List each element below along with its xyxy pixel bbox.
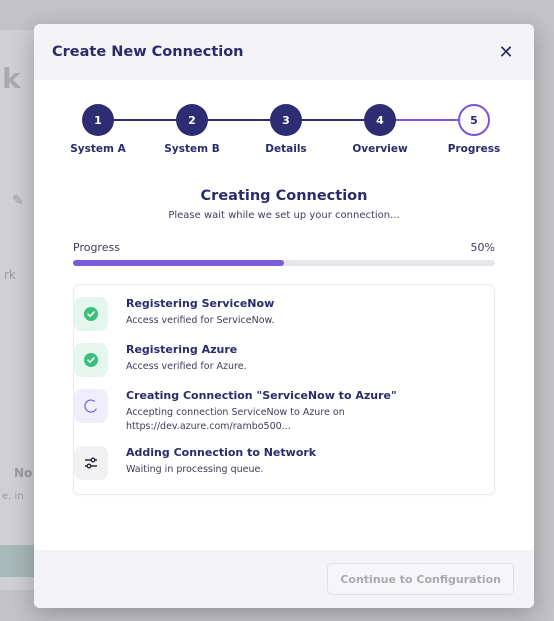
background-text: e, in: [2, 491, 24, 502]
background-text: No: [14, 466, 33, 480]
modal-header: Create New Connection ✕: [34, 24, 534, 80]
status-title: Creating Connection: [200, 188, 368, 204]
task-title: Registering ServiceNow: [126, 297, 275, 310]
task-item: Creating Connection "ServiceNow to Azure…: [74, 383, 494, 440]
task-description: Waiting in processing queue.: [126, 464, 264, 475]
step-number: 4: [364, 104, 396, 136]
progress-fill: [73, 260, 284, 266]
wrench-icon: ✎: [12, 193, 24, 209]
background-heading: k: [2, 62, 21, 95]
task-body: Creating Connection "ServiceNow to Azure…: [126, 389, 416, 434]
step-progress: 5 Progress: [429, 104, 519, 155]
task-title: Registering Azure: [126, 343, 238, 356]
background-text: rk: [4, 268, 16, 282]
task-item: Registering Azure Access verified for Az…: [74, 337, 494, 383]
task-description: Access verified for Azure.: [126, 361, 247, 372]
status-subtitle: Please wait while we set up your connect…: [168, 210, 400, 221]
task-body: Registering Azure Access verified for Az…: [126, 343, 416, 377]
close-icon[interactable]: ✕: [496, 42, 516, 63]
progress-label: Progress: [73, 241, 120, 254]
task-list: Registering ServiceNow Access verified f…: [73, 284, 495, 495]
step-label: Details: [265, 143, 307, 155]
step-label: System A: [70, 143, 126, 155]
task-title: Adding Connection to Network: [126, 446, 317, 459]
step-system-b: 2 System B: [147, 104, 237, 155]
check-circle-icon: [74, 297, 108, 331]
check-circle-icon: [74, 343, 108, 377]
progress-percent: 50%: [470, 241, 495, 254]
spinner-icon: [74, 389, 108, 423]
task-description: Access verified for ServiceNow.: [126, 315, 275, 326]
step-number: 3: [270, 104, 302, 136]
task-description: Accepting connection ServiceNow to Azure…: [126, 407, 345, 432]
stepper: 1 System A 2 System B 3 Details 4 Overvi…: [34, 104, 534, 180]
progress-bar: [73, 260, 495, 266]
task-item: Adding Connection to Network Waiting in …: [74, 440, 494, 486]
progress-section: Progress 50%: [73, 241, 495, 266]
step-label: Progress: [447, 143, 501, 155]
step-details: 3 Details: [241, 104, 331, 155]
step-overview: 4 Overview: [335, 104, 425, 155]
task-body: Adding Connection to Network Waiting in …: [126, 446, 416, 480]
step-number: 1: [82, 104, 114, 136]
task-body: Registering ServiceNow Access verified f…: [126, 297, 416, 331]
create-connection-modal: Create New Connection ✕ 1 System A 2 Sys…: [34, 24, 534, 608]
modal-title: Create New Connection: [52, 44, 244, 60]
step-number: 5: [458, 104, 490, 136]
step-label: System B: [164, 143, 220, 155]
step-label: Overview: [352, 143, 408, 155]
step-system-a: 1 System A: [53, 104, 143, 155]
sliders-icon: [74, 446, 108, 480]
task-item: Registering ServiceNow Access verified f…: [74, 291, 494, 337]
task-title: Creating Connection "ServiceNow to Azure…: [126, 389, 397, 402]
continue-to-configuration-button[interactable]: Continue to Configuration: [327, 563, 514, 595]
step-number: 2: [176, 104, 208, 136]
modal-footer: Continue to Configuration: [34, 550, 534, 608]
progress-header: Progress 50%: [73, 241, 495, 254]
